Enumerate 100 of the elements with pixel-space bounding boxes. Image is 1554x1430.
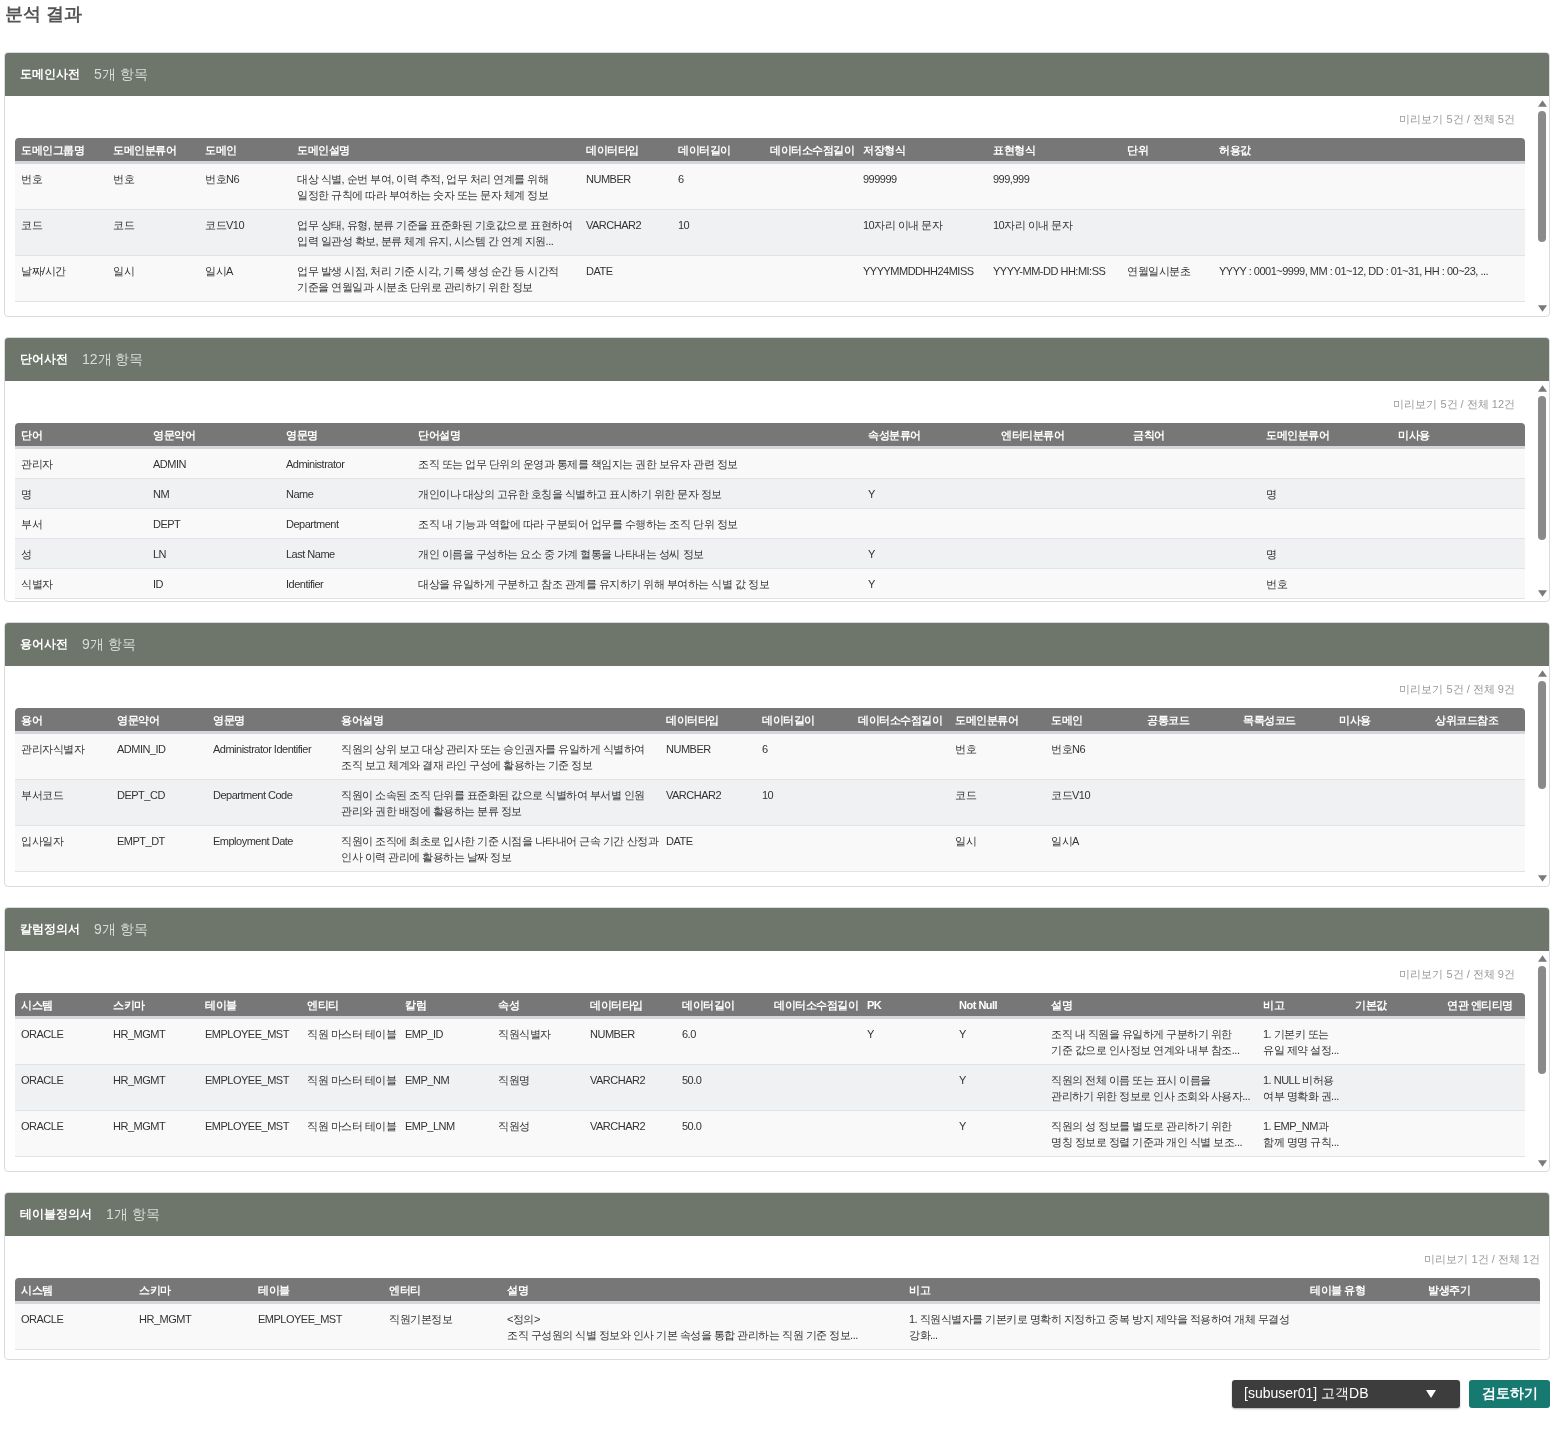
column-header: 허용값	[1218, 142, 1252, 157]
table-cell-text: NUMBER	[665, 742, 712, 757]
table-cell-text: 직원식별자	[497, 1027, 552, 1042]
table-cell-text: EMPT_DT	[116, 834, 166, 849]
table-cell-text: 직원 마스터 테이블	[306, 1119, 398, 1134]
table-cell-text: 조직 내 직원을 유일하게 구분하기 위한 기준 값으로 인사정보 연계와 내부 참조...	[1050, 1027, 1241, 1058]
table-cell-text: 직원이 소속된 조직 단위를 표준화된 값으로 식별하여 부서별 인원 관리와 권한 배정에 활용하는 분류 정보	[340, 788, 646, 819]
table-cell-text: 식별자	[20, 577, 54, 592]
table-cell-text: 직원 마스터 테이블	[306, 1073, 398, 1088]
scroll-up-icon[interactable]	[1537, 670, 1547, 677]
table-cell-text: VARCHAR2	[585, 218, 643, 233]
table-cell-text: 10자리 이내 문자	[992, 218, 1074, 233]
table-cell-text: 연월일시분초	[1126, 264, 1191, 279]
table-cell-text: NUMBER	[585, 172, 632, 187]
scrollbar-thumb[interactable]	[1538, 966, 1546, 1075]
table-cell-text: 직원기본정보	[388, 1312, 453, 1327]
table-cell-text: 관리자식별자	[20, 742, 86, 757]
table-cell-text: 명	[1265, 487, 1278, 502]
table-cell-text: VARCHAR2	[589, 1073, 647, 1088]
table-cell-text: 직원의 성 정보를 별도로 관리하기 위한 명칭 정보로 정렬 기준과 개인 식별 보조...	[1050, 1119, 1243, 1150]
table-cell-text: 10	[677, 218, 691, 233]
scroll-up-icon[interactable]	[1537, 100, 1547, 107]
column-header: Not Null	[958, 997, 999, 1012]
table-cell-text: 6.0	[681, 1027, 697, 1042]
table-cell-text: 번호	[20, 172, 43, 187]
item-count: 5개 항목	[94, 65, 148, 84]
table-cell-text: EMP_ID	[404, 1027, 444, 1042]
table-cell-text: Last Name	[285, 547, 336, 562]
column-header: 데이터소수점길이	[773, 997, 859, 1012]
database-select[interactable]: [subuser01] 고객DB	[1232, 1380, 1460, 1408]
column-header: 표현형식	[992, 142, 1036, 157]
column-header: 속성분류어	[867, 427, 922, 442]
table-cell-text: 부서	[20, 517, 43, 532]
scroll-down-icon[interactable]	[1537, 305, 1547, 312]
preview-count: 미리보기 1건 / 전체 1건	[1424, 1252, 1540, 1266]
column-header: 설명	[1050, 997, 1073, 1012]
table-cell-text: 999,999	[992, 172, 1031, 187]
table-cell-text: Department	[285, 517, 340, 532]
column-header: 용어	[20, 712, 43, 727]
preview-count: 미리보기 5건 / 전체 12건	[1393, 397, 1515, 411]
table-cell-text: 업무 발생 시점, 처리 기준 시각, 기록 생성 순간 등 시간적 기준을 연월일과 시분초 단위로 관리하기 위한 정보	[296, 264, 560, 295]
column-header: 엔티티	[306, 997, 340, 1012]
table-cell-text: 부서코드	[20, 788, 64, 803]
column-header: 상위코드참조	[1434, 712, 1500, 727]
scroll-up-icon[interactable]	[1537, 385, 1547, 392]
column-header: 단어설명	[417, 427, 461, 442]
column-header: 도메인설명	[296, 142, 351, 157]
review-button[interactable]: 검토하기	[1469, 1380, 1550, 1408]
table-cell-text: NUMBER	[589, 1027, 636, 1042]
table-cell-text: 직원성	[497, 1119, 531, 1134]
column-header: 도메인분류어	[1265, 427, 1330, 442]
table-cell-text: 번호N6	[204, 172, 241, 187]
column-header: 데이터소수점길이	[857, 712, 943, 727]
scroll-down-icon[interactable]	[1537, 1160, 1547, 1167]
column-header: 도메인분류어	[954, 712, 1019, 727]
column-header: 연관 엔티티명	[1446, 997, 1514, 1012]
column-header: 시스템	[20, 1282, 54, 1297]
column-header: 엔터티	[388, 1282, 422, 1297]
column-header: 스키마	[138, 1282, 172, 1297]
table-cell-text: 코드V10	[1050, 788, 1092, 803]
caret-down-icon	[1426, 1390, 1436, 1398]
table-cell-text: 10	[761, 788, 775, 803]
scroll-down-icon[interactable]	[1537, 590, 1547, 597]
table-cell-text: EMPLOYEE_MST	[204, 1073, 291, 1088]
scrollbar-thumb[interactable]	[1538, 681, 1546, 790]
column-header: 단위	[1126, 142, 1149, 157]
column-header: 공통코드	[1146, 712, 1191, 727]
table-cell-text: Y	[867, 577, 876, 592]
table-cell-text: ADMIN	[152, 457, 187, 472]
scroll-up-icon[interactable]	[1537, 955, 1547, 962]
section-title: 용어사전	[20, 636, 68, 653]
table-cell-text: 1. 직원식별자를 기본키로 명확히 지정하고 중복 방지 제약을 적용하여 개체 무결성 강화...	[908, 1312, 1291, 1343]
column-header: 데이터소수점길이	[769, 142, 855, 157]
table-cell-text: 개인 이름을 구성하는 요소 중 가계 혈통을 나타내는 성씨 정보	[417, 547, 705, 562]
table-cell-text: DATE	[665, 834, 694, 849]
scroll-down-icon[interactable]	[1537, 875, 1547, 882]
table-cell-text: LN	[152, 547, 168, 562]
table-cell-text: <정의> 조직 구성원의 식별 정보와 인사 기본 속성을 통합 관리하는 직원 기준 정보...	[506, 1312, 859, 1343]
table-cell-text: Administrator Identifier	[212, 742, 313, 757]
item-count: 9개 항목	[82, 635, 136, 654]
table-cell-text: EMPLOYEE_MST	[204, 1119, 291, 1134]
table-cell-text: 날짜/시간	[20, 264, 67, 279]
column-header: 저장형식	[862, 142, 906, 157]
table-cell-text: NM	[152, 487, 171, 502]
table-cell-text: 일시A	[1050, 834, 1080, 849]
table-cell-text: Administrator	[285, 457, 346, 472]
table-cell-text: DEPT	[152, 517, 182, 532]
table-cell-text: HR_MGMT	[112, 1073, 167, 1088]
column-header: 데이터길이	[761, 712, 816, 727]
scrollbar-thumb[interactable]	[1538, 111, 1546, 243]
column-header: 데이터타입	[589, 997, 644, 1012]
table-cell-text: 1. EMP_NM과 함께 명명 규칙...	[1262, 1119, 1340, 1150]
table-cell-text: Y	[958, 1027, 967, 1042]
table-cell-text: 50.0	[681, 1073, 703, 1088]
table-cell-text: 일시	[954, 834, 977, 849]
scrollbar-thumb[interactable]	[1538, 396, 1546, 541]
column-header: 설명	[506, 1282, 529, 1297]
column-header: 데이터길이	[681, 997, 736, 1012]
table-cell-text: 직원 마스터 테이블	[306, 1027, 398, 1042]
table-cell-text: Employment Date	[212, 834, 294, 849]
